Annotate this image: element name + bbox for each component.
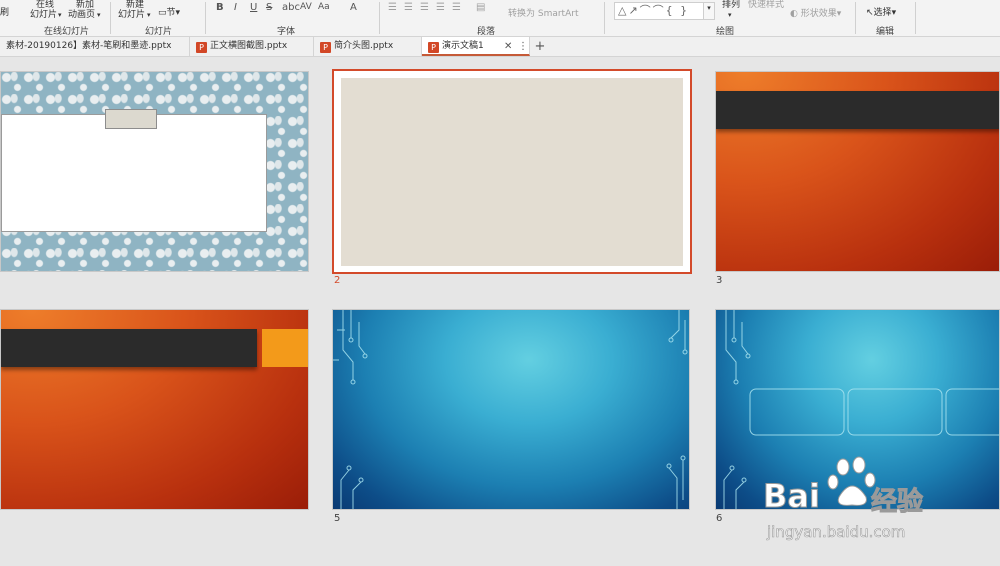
slide-background xyxy=(341,78,683,266)
separator xyxy=(915,2,916,34)
powerpoint-icon: P xyxy=(196,42,207,53)
slide-number: 6 xyxy=(716,513,723,524)
text-shadow-icon[interactable]: abc xyxy=(282,2,300,13)
circuit-decoration xyxy=(333,310,688,509)
watermark-url: jingyan.baidu.com xyxy=(767,523,906,542)
slide-number: 5 xyxy=(334,513,341,524)
char-spacing-button[interactable]: AV xyxy=(300,2,312,12)
justify-icon[interactable]: ☰ xyxy=(436,2,445,13)
ribbon: 刷 在线 幻灯片 ▾ 新加 动画页 ▾ 在线幻灯片 新建 幻灯片 ▾ ▭节▾ 幻… xyxy=(0,0,1000,37)
tab-label: 正文横图截图.pptx xyxy=(210,41,288,51)
slide-label-tab xyxy=(105,109,157,129)
group-label-editing: 编辑 xyxy=(876,27,895,37)
separator xyxy=(110,2,111,34)
slide-thumbnail-4[interactable] xyxy=(0,309,309,510)
slide-thumbnail-3[interactable] xyxy=(715,71,1000,272)
shape-effects-button[interactable]: ◐ 形状效果▾ xyxy=(790,9,841,20)
gallery-scroll-down[interactable]: ▾ xyxy=(703,2,715,20)
slide-content-box xyxy=(1,114,267,232)
powerpoint-icon: P xyxy=(428,42,439,53)
tab-label: 素材-20190126】素材-笔刷和墨迹.pptx xyxy=(6,41,172,51)
change-case-button[interactable]: Aa xyxy=(318,2,330,12)
group-label-drawing: 绘图 xyxy=(716,27,735,37)
tab-label: 演示文稿1 xyxy=(442,41,484,51)
align-right-icon[interactable]: ☰ xyxy=(420,2,429,13)
slide-title-bar xyxy=(716,91,999,129)
more-icon[interactable]: ⋮ xyxy=(518,37,528,56)
close-icon[interactable]: ✕ xyxy=(504,37,512,56)
group-label-font: 字体 xyxy=(277,27,296,37)
quick-styles-button[interactable]: 快速样式 xyxy=(748,0,784,11)
tab-document-2[interactable]: P 正文横图截图.pptx xyxy=(190,37,314,56)
align-left-icon[interactable]: ☰ xyxy=(388,2,397,13)
slide-title-bar xyxy=(1,329,257,367)
group-label-slides: 幻灯片 xyxy=(145,27,173,37)
cursor-icon: ↖ xyxy=(866,8,874,18)
align-center-icon[interactable]: ☰ xyxy=(404,2,413,13)
chevron-down-icon: ▾ xyxy=(97,11,101,19)
bold-button[interactable]: B xyxy=(216,2,224,13)
convert-smartart-button[interactable]: 转换为 SmartArt xyxy=(508,9,578,20)
shapes-gallery[interactable]: △↗⌒⌒{ } xyxy=(614,2,704,20)
section-button[interactable]: ▭节▾ xyxy=(158,8,180,19)
slide-accent-block xyxy=(262,329,308,367)
strikethrough-button[interactable]: S xyxy=(266,2,272,13)
section-icon: ▭ xyxy=(158,8,167,18)
underline-button[interactable]: U xyxy=(250,2,257,13)
slide-thumbnail-2-selected[interactable] xyxy=(332,69,692,274)
shape-effects-icon: ◐ xyxy=(790,9,801,19)
slide-number: 2 xyxy=(334,275,341,286)
font-color-button[interactable]: A xyxy=(350,2,357,13)
powerpoint-icon: P xyxy=(320,42,331,53)
select-button[interactable]: ↖选择▾ xyxy=(866,8,896,19)
separator xyxy=(855,2,856,34)
tab-document-3[interactable]: P 简介头图.pptx xyxy=(314,37,422,56)
shape-effects-label: 形状效果 xyxy=(800,9,837,19)
separator xyxy=(604,2,605,34)
group-label-online-slides: 在线幻灯片 xyxy=(44,27,90,37)
chevron-down-icon: ▾ xyxy=(58,11,62,19)
document-tabs: 素材-20190126】素材-笔刷和墨迹.pptx P 正文横图截图.pptx P… xyxy=(0,37,1000,57)
watermark-brand-suffix: 经验 xyxy=(870,487,924,518)
chevron-down-icon: ▾ xyxy=(728,11,732,19)
baidu-watermark: Bai 经验 jingyan.baidu.com xyxy=(755,455,955,550)
slide-thumbnail-1[interactable] xyxy=(0,71,309,272)
online-slides-button[interactable]: 幻灯片 xyxy=(30,10,57,21)
italic-button[interactable]: I xyxy=(234,2,237,13)
new-animation-page-button[interactable]: 动画页 xyxy=(68,10,95,21)
distribute-icon[interactable]: ☰ xyxy=(452,2,461,13)
brush-button[interactable]: 刷 xyxy=(0,8,9,19)
new-slide-button[interactable]: 幻灯片 xyxy=(118,10,145,21)
tab-document-1[interactable]: 素材-20190126】素材-笔刷和墨迹.pptx xyxy=(0,37,190,56)
tab-document-4[interactable]: P 演示文稿1 ✕ ⋮ xyxy=(422,37,530,56)
chevron-down-icon: ▾ xyxy=(147,11,151,19)
separator xyxy=(379,2,380,34)
slide-thumbnail-5[interactable] xyxy=(332,309,690,510)
slide-number: 3 xyxy=(716,275,723,286)
columns-icon[interactable]: ▤ xyxy=(476,2,485,13)
add-tab-button[interactable]: + xyxy=(533,37,547,56)
select-label: 选择 xyxy=(873,8,892,18)
section-label: 节 xyxy=(166,8,176,18)
tab-label: 简介头图.pptx xyxy=(334,41,394,51)
group-label-paragraph: 段落 xyxy=(477,27,496,37)
separator xyxy=(205,2,206,34)
watermark-brand: Bai xyxy=(763,477,821,516)
